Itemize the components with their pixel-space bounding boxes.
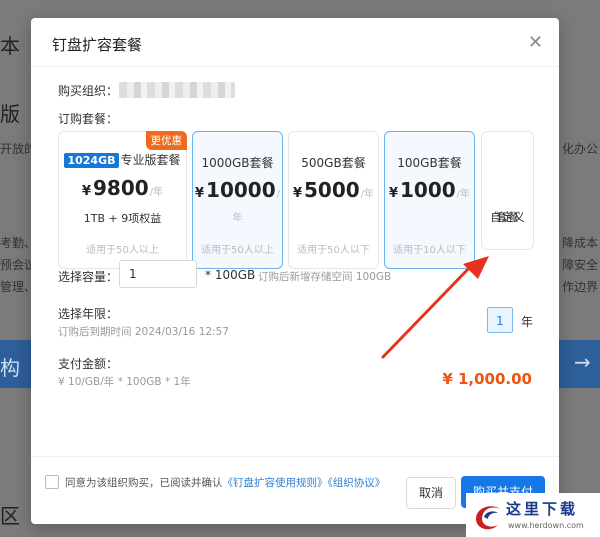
- custom-plan-line2: 套餐: [496, 210, 519, 224]
- org-label: 购买组织：: [58, 84, 119, 98]
- bg-text: 本: [0, 34, 20, 58]
- plan-price: 10000: [206, 178, 276, 202]
- watermark-text: 这里下载: [506, 500, 579, 518]
- price-unit: /年: [456, 189, 471, 200]
- plan-card-custom[interactable]: 自定义 套餐: [481, 131, 534, 250]
- plan-name: 100GB套餐: [397, 156, 462, 170]
- plan-price: 5000: [304, 178, 360, 202]
- agreement-text: 同意为该组织购买，已阅读并确认《钉盘扩容使用规则》《组织协议》: [65, 474, 387, 493]
- footer-divider: [31, 456, 559, 457]
- capacity-note: 订购后新增存储空间 100GB: [258, 271, 392, 283]
- site-watermark: 这里下载 www.herdown.com: [466, 493, 600, 537]
- plan-note: 适用于50人以上: [201, 245, 274, 256]
- capacity-label: 选择容量：: [58, 270, 119, 284]
- org-agreement-link[interactable]: 《组织协议》: [328, 477, 386, 489]
- plan-card-100gb[interactable]: 100GB套餐 ¥1000/年 适用于10人以下: [384, 131, 475, 269]
- year-label: 选择年限：: [58, 307, 119, 321]
- plan-note: 适用于10人以下: [393, 245, 466, 256]
- header-divider: [31, 66, 559, 67]
- price-unit: /年: [149, 187, 164, 198]
- usage-rules-link[interactable]: 《钉盘扩容使用规则》: [223, 477, 328, 489]
- close-icon[interactable]: ✕: [528, 32, 543, 53]
- amount-label: 支付金额：: [58, 357, 119, 371]
- year-unit: 年: [521, 315, 534, 329]
- plan-card-500gb[interactable]: 500GB套餐 ¥5000/年 适用于50人以下: [288, 131, 379, 269]
- watermark-logo-icon: [476, 506, 500, 530]
- watermark-url: www.herdown.com: [508, 521, 584, 530]
- capacity-unit: * 100GB: [205, 268, 256, 282]
- better-deal-badge: 更优惠: [145, 131, 187, 150]
- year-option-1[interactable]: 1: [487, 307, 513, 333]
- plan-name: 1000GB套餐: [201, 156, 274, 170]
- plan-label: 订购套餐：: [58, 112, 119, 126]
- price-unit: /年: [360, 189, 375, 200]
- bg-text: 区: [0, 504, 20, 528]
- plan-price: 9800: [93, 176, 149, 200]
- capacity-badge: 1024GB: [64, 153, 119, 168]
- plan-price: 1000: [400, 178, 456, 202]
- bg-text: 作边界: [562, 280, 599, 294]
- plan-name: 专业版套餐: [120, 153, 181, 167]
- cancel-button[interactable]: 取消: [406, 477, 456, 509]
- currency-symbol: ¥: [292, 186, 302, 201]
- currency-symbol: ¥: [388, 186, 398, 201]
- custom-plan-label: 自定义 套餐: [482, 170, 533, 224]
- bg-banner-text: 构: [0, 356, 20, 380]
- org-name-redacted: [119, 82, 235, 98]
- bg-text: 降成本: [562, 236, 599, 250]
- currency-symbol: ¥: [194, 186, 205, 201]
- capacity-input[interactable]: [119, 260, 197, 288]
- agree-checkbox[interactable]: [45, 475, 59, 489]
- bg-text: 障安全: [562, 258, 599, 272]
- plan-card-pro[interactable]: 更优惠 1024GB 专业版套餐 ¥9800/年 1TB + 9项权益 适用于50…: [58, 131, 187, 269]
- plan-card-1000gb[interactable]: 1000GB套餐 ¥10000/年 适用于50人以上: [192, 131, 283, 269]
- amount-formula: ¥ 10/GB/年 * 100GB * 1年: [58, 376, 191, 388]
- bg-text: 版: [0, 102, 20, 126]
- purchase-dialog: 钉盘扩容套餐 ✕ 购买组织： 订购套餐： 更优惠 1024GB 专业版套餐 ¥98…: [31, 18, 559, 524]
- arrow-right-icon: →: [574, 350, 591, 374]
- currency-symbol: ¥: [81, 184, 91, 199]
- plan-note: 适用于50人以下: [297, 245, 370, 256]
- dialog-title: 钉盘扩容套餐: [52, 36, 143, 54]
- plan-benefits: 1TB + 9项权益: [83, 212, 162, 225]
- plan-name: 500GB套餐: [301, 156, 366, 170]
- expire-note: 订购后到期时间 2024/03/16 12:57: [58, 326, 229, 338]
- bg-text: 化办公: [562, 142, 599, 156]
- total-amount: ¥ 1,000.00: [442, 370, 532, 388]
- agree-prefix: 同意为该组织购买，已阅读并确认: [65, 477, 223, 489]
- plan-note: 适用于50人以上: [86, 245, 159, 256]
